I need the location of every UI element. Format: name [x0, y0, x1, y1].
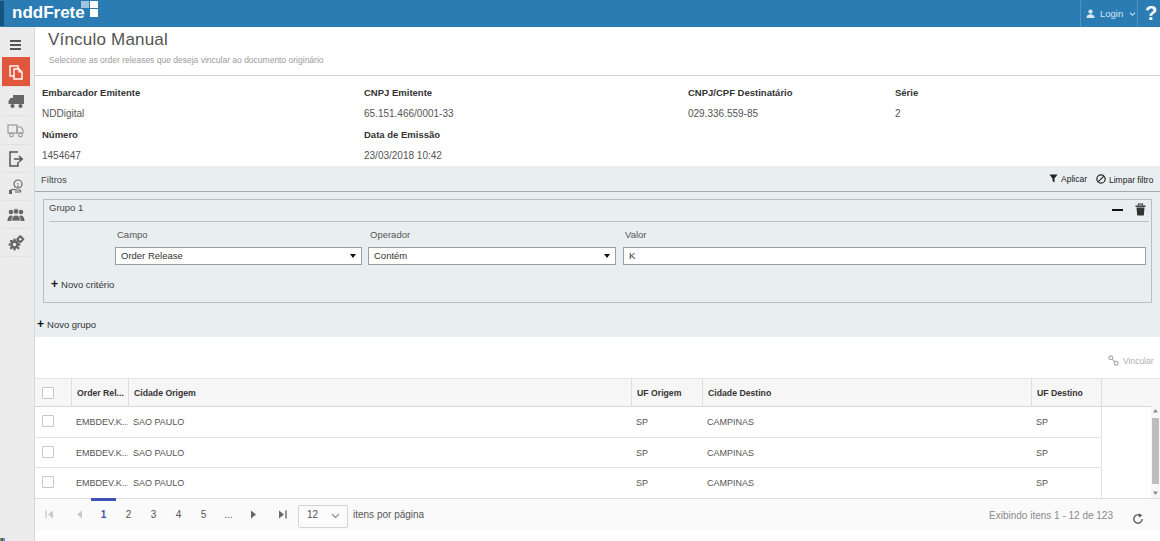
svg-text:1: 1 [16, 181, 20, 187]
